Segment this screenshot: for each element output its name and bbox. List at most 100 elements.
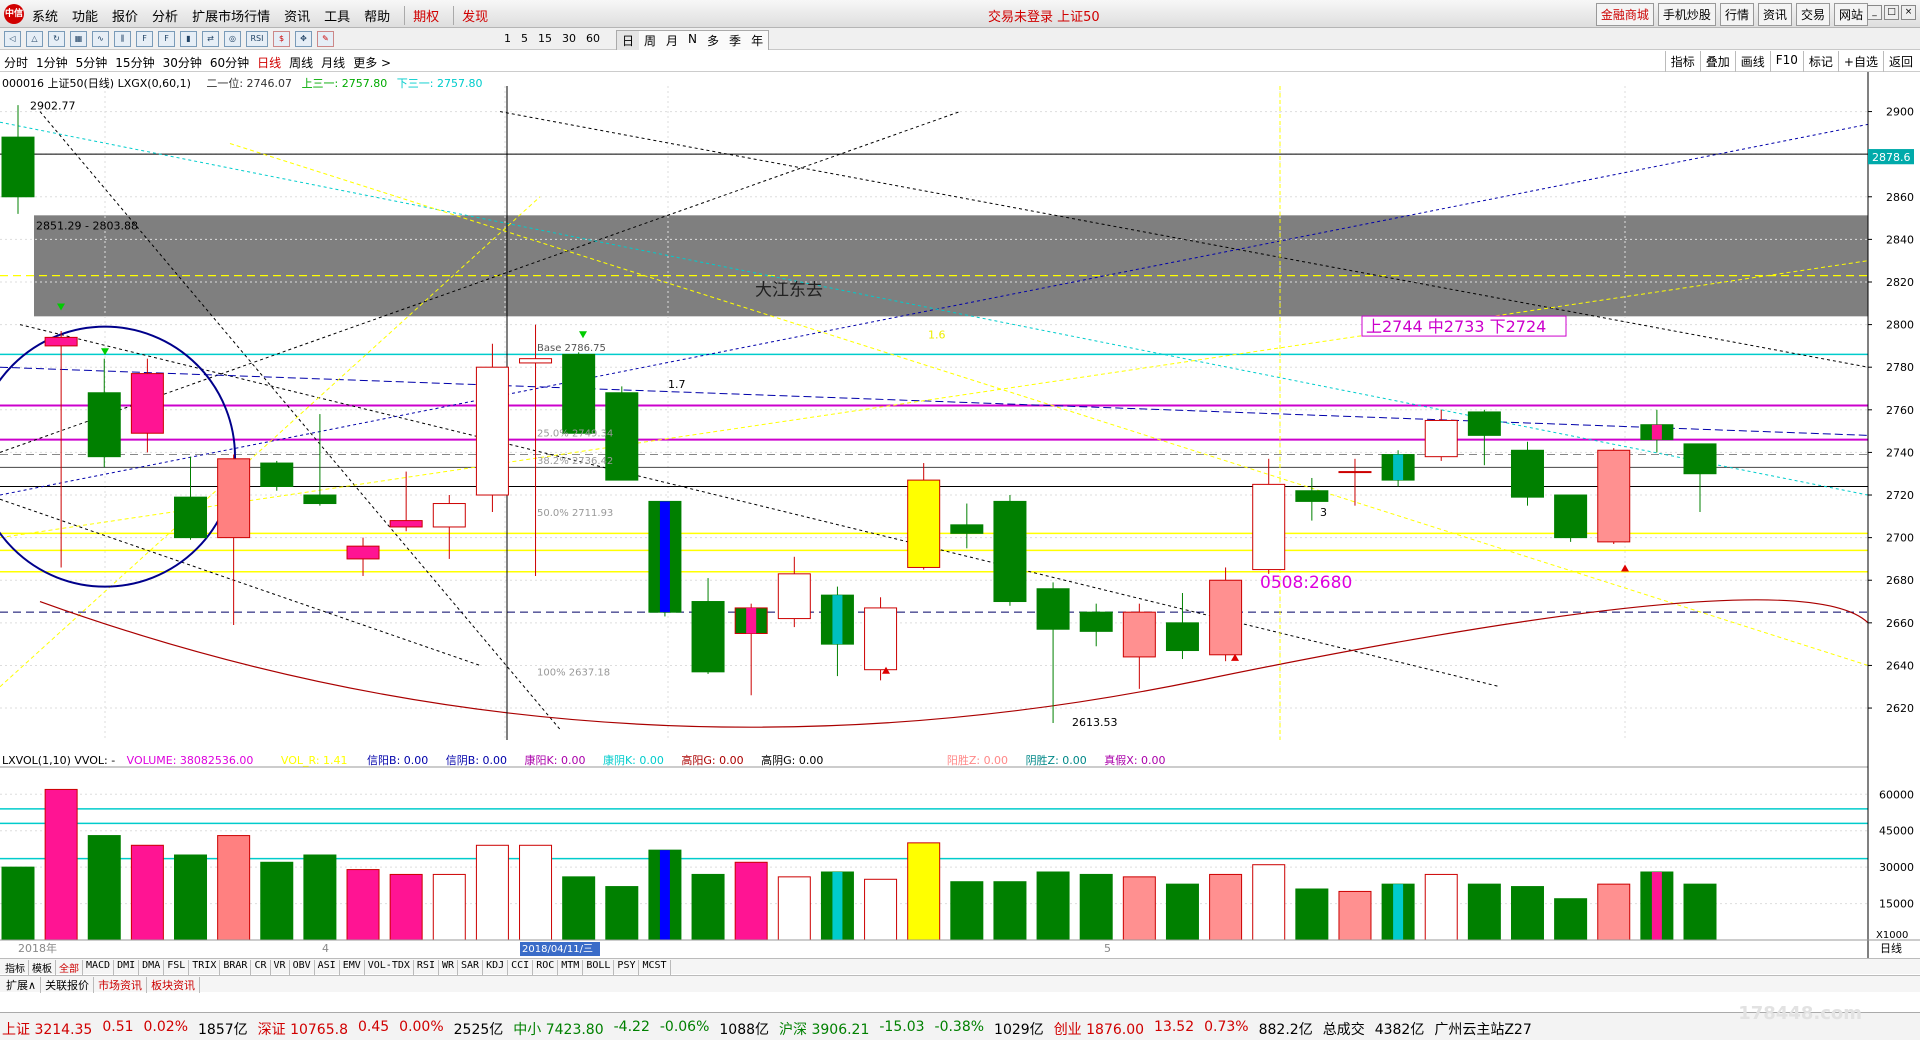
tab-monthly[interactable]: 月线 <box>321 54 345 71</box>
fund-icon[interactable]: F <box>158 31 175 47</box>
indicator-tab-mcst[interactable]: MCST <box>639 960 671 975</box>
ext-related[interactable]: 关联报价 <box>41 977 95 993</box>
market-button[interactable]: 行情 <box>1719 3 1754 26</box>
money-icon[interactable]: $ <box>273 31 290 47</box>
candle-core <box>1393 454 1404 481</box>
period-n[interactable]: N <box>683 31 702 50</box>
tab-15min[interactable]: 15分钟 <box>115 54 154 71</box>
indicator-tab-cci[interactable]: CCI <box>508 960 534 975</box>
tab-draw[interactable]: 画线 <box>1734 51 1770 72</box>
tab-weekly[interactable]: 周线 <box>289 54 313 71</box>
indicator-tab-指标[interactable]: 指标 <box>2 960 29 975</box>
indicator-tab-mtm[interactable]: MTM <box>558 960 584 975</box>
tab-f10[interactable]: F10 <box>1769 51 1803 72</box>
minimize-icon[interactable]: _ <box>1867 5 1882 20</box>
menu-tools[interactable]: 工具 <box>324 6 350 25</box>
period-30[interactable]: 30 <box>562 32 576 45</box>
back-icon[interactable]: ◁ <box>4 31 21 47</box>
tab-add-watch[interactable]: +自选 <box>1837 51 1883 72</box>
indicator-tab-macd[interactable]: MACD <box>83 960 115 975</box>
indicator-tab-kdj[interactable]: KDJ <box>483 960 509 975</box>
indicator-tab-asi[interactable]: ASI <box>315 960 340 975</box>
indicator-tab-wr[interactable]: WR <box>439 960 459 975</box>
menu-function[interactable]: 功能 <box>72 6 98 25</box>
period-15[interactable]: 15 <box>538 32 552 45</box>
move-icon[interactable]: ✥ <box>295 31 312 47</box>
indicator-tab-vol-tdx[interactable]: VOL-TDX <box>365 960 414 975</box>
menu-analysis[interactable]: 分析 <box>152 6 178 25</box>
period-1[interactable]: 1 <box>504 32 511 45</box>
indicator-tab-vr[interactable]: VR <box>271 960 290 975</box>
indicator-tab-fsl[interactable]: FSL <box>164 960 190 975</box>
bar-icon[interactable]: ▮ <box>180 31 197 47</box>
mall-button[interactable]: 金融商城 <box>1595 3 1654 26</box>
close-icon[interactable]: × <box>1901 5 1916 20</box>
menu-options[interactable]: 期权 <box>404 6 439 25</box>
svc-icon[interactable]: ◎ <box>224 31 241 47</box>
f10-icon[interactable]: F <box>136 31 153 47</box>
line-icon[interactable]: ∿ <box>92 31 109 47</box>
indicator-tab-dma[interactable]: DMA <box>139 960 165 975</box>
cmp-icon[interactable]: ⇄ <box>202 31 219 47</box>
grid-icon[interactable]: ▦ <box>70 31 87 47</box>
indicator-tab-全部[interactable]: 全部 <box>56 960 83 975</box>
up-icon[interactable]: △ <box>26 31 43 47</box>
candle-1 <box>44 330 78 568</box>
tab-mark[interactable]: 标记 <box>1802 51 1838 72</box>
maximize-icon[interactable]: □ <box>1884 5 1899 20</box>
candle-2 <box>87 358 121 468</box>
arc-curve <box>39 599 1869 728</box>
period-5[interactable]: 5 <box>521 32 528 45</box>
menu-extended-market[interactable]: 扩展市场行情 <box>192 6 270 25</box>
indicator-tab-psy[interactable]: PSY <box>614 960 640 975</box>
menu-help[interactable]: 帮助 <box>364 6 390 25</box>
menu-system[interactable]: 系统 <box>32 6 58 25</box>
indicator-tab-emv[interactable]: EMV <box>340 960 365 975</box>
period-multi[interactable]: 多 <box>702 31 724 50</box>
period-month[interactable]: 月 <box>661 31 683 50</box>
ext-expand[interactable]: 扩展∧ <box>2 977 42 993</box>
candle-core <box>659 501 670 613</box>
ext-sector-news[interactable]: 板块资讯 <box>147 977 201 993</box>
news-button[interactable]: 资讯 <box>1757 3 1792 26</box>
indicator-tab-模板[interactable]: 模板 <box>29 960 56 975</box>
tab-intraday[interactable]: 分时 <box>4 54 28 71</box>
indicator-tab-trix[interactable]: TRIX <box>189 960 221 975</box>
menu-quote[interactable]: 报价 <box>112 6 138 25</box>
ext-market-news[interactable]: 市场资讯 <box>94 977 148 993</box>
rsi-icon[interactable]: RSI <box>246 31 268 47</box>
pen-icon[interactable]: ✎ <box>317 31 334 47</box>
period-year[interactable]: 年 <box>746 31 768 50</box>
kline-icon[interactable]: ⫼ <box>114 31 131 47</box>
indicator-tab-roc[interactable]: ROC <box>533 960 559 975</box>
tab-daily[interactable]: 日线 <box>257 54 281 71</box>
menu-news[interactable]: 资讯 <box>284 6 310 25</box>
period-quarter[interactable]: 季 <box>724 31 746 50</box>
tab-60min[interactable]: 60分钟 <box>210 54 249 71</box>
indicator-tab-rsi[interactable]: RSI <box>414 960 439 975</box>
refresh-icon[interactable]: ↻ <box>48 31 65 47</box>
indicator-tab-obv[interactable]: OBV <box>290 960 315 975</box>
tab-back[interactable]: 返回 <box>1882 51 1918 72</box>
trade-button[interactable]: 交易 <box>1795 3 1830 26</box>
tab-more[interactable]: 更多 > <box>353 54 391 71</box>
menu-discover[interactable]: 发现 <box>453 6 488 25</box>
period-60[interactable]: 60 <box>586 32 600 45</box>
indicator-tab-cr[interactable]: CR <box>251 960 271 975</box>
website-button[interactable]: 网站 <box>1833 3 1868 26</box>
tab-1min[interactable]: 1分钟 <box>36 54 68 71</box>
mobile-button[interactable]: 手机炒股 <box>1657 3 1716 26</box>
price-axis: 2900288028602840282028002780276027402720… <box>0 72 1920 958</box>
tab-5min[interactable]: 5分钟 <box>76 54 108 71</box>
tab-30min[interactable]: 30分钟 <box>163 54 202 71</box>
indicator-tab-dmi[interactable]: DMI <box>114 960 140 975</box>
indicator-tab-boll[interactable]: BOLL <box>583 960 615 975</box>
kline-chart[interactable]: 2900288028602840282028002780276027402720… <box>0 72 1920 958</box>
period-week[interactable]: 周 <box>639 31 661 50</box>
tab-overlay[interactable]: 叠加 <box>1699 51 1735 72</box>
indicator-tab-sar[interactable]: SAR <box>458 960 484 975</box>
period-day[interactable]: 日 <box>617 31 640 50</box>
tab-indicator[interactable]: 指标 <box>1664 51 1700 72</box>
chart-grid <box>0 86 1868 740</box>
indicator-tab-brar[interactable]: BRAR <box>220 960 252 975</box>
